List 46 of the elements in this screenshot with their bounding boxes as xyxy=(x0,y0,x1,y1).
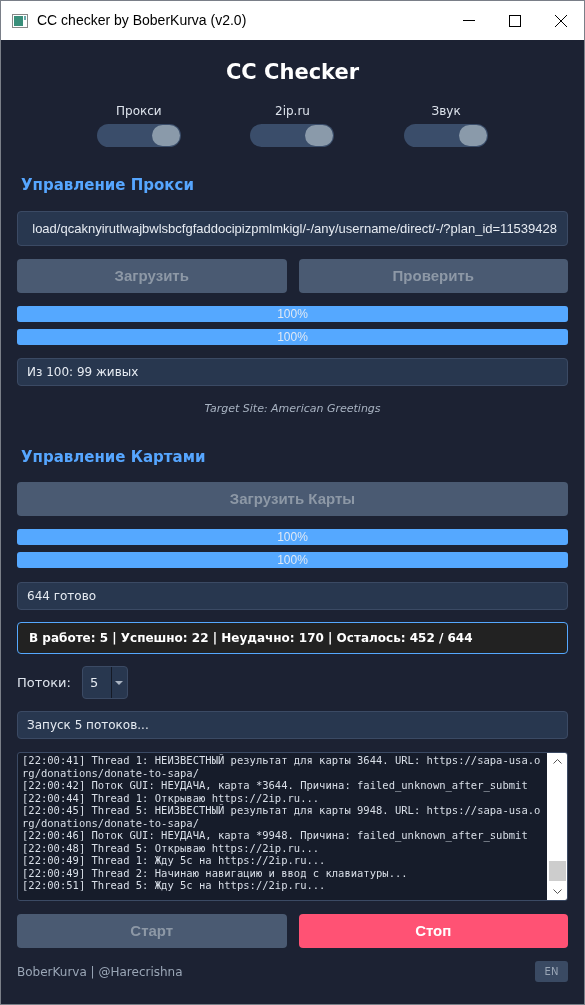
footer-credit: BoberKurva | @Harecrishna xyxy=(17,963,183,981)
toggle-thumb xyxy=(459,125,488,146)
progress-text: 100% xyxy=(276,552,309,568)
maximize-icon xyxy=(509,14,521,27)
threads-label: Потоки: xyxy=(17,673,71,692)
log-line: [22:00:45] Thread 5: НЕИЗВЕСТНЫЙ результат для карты 9948. URL: https://sapa-usa.org/donations/donate-to-sapa/ xyxy=(22,804,542,829)
scroll-up-icon xyxy=(552,759,562,764)
log-line: [22:00:46] Поток GUI: НЕУДАЧА, карта *9948. Причина: failed_unknown_after_submit xyxy=(22,829,529,842)
log-line: [22:00:41] Thread 1: НЕИЗВЕСТНЫЙ результат для карты 3644. URL: https://sapa-usa.org/donations/donate-to-sapa/ xyxy=(22,754,542,779)
section-heading: Управление Картами xyxy=(21,447,207,467)
close-icon xyxy=(555,14,567,27)
scroll-thumb[interactable] xyxy=(548,861,566,881)
toggle-switch[interactable] xyxy=(250,124,335,147)
caret-icon xyxy=(115,680,124,685)
log-line: [22:00:48] Thread 5: Открываю https://2ip.ru... xyxy=(22,841,321,854)
status-field: Из 100: 99 живых xyxy=(17,358,568,386)
section-heading: Управление Прокси xyxy=(21,175,195,195)
toggle-switch[interactable] xyxy=(96,124,181,147)
minimize-icon xyxy=(463,20,475,21)
target-site-text: Target Site: American Greetings xyxy=(204,402,381,416)
log-line: [22:00:49] Thread 1: Жду 5с на https://2ip.ru... xyxy=(22,854,327,867)
log-line: [22:00:42] Поток GUI: НЕУДАЧА, карта *3644. Причина: failed_unknown_after_submit xyxy=(22,779,529,792)
scrollbar[interactable] xyxy=(547,753,567,900)
status-field: Запуск 5 потоков... xyxy=(17,711,568,739)
progress-text: 100% xyxy=(276,529,309,545)
toggle-thumb xyxy=(151,125,180,146)
proxy-url-field[interactable]: load/qcaknyirutlwajbwlsbcfgfaddocipizpmlmkigl/-/any/username/direct/-/?plan_id=11539428 xyxy=(17,211,568,246)
log-line: [22:00:44] Thread 1: Открываю https://2ip.ru... xyxy=(22,791,321,804)
toggle-label: Прокси xyxy=(116,103,162,119)
threads-dropdown[interactable]: 5 xyxy=(81,666,128,699)
toggle-label: 2ip.ru xyxy=(275,103,310,119)
progress-text: 100% xyxy=(276,329,309,345)
stats-panel: В работе: 5 | Успешно: 22 | Неудачно: 170 | Осталось: 452 / 644 xyxy=(17,622,568,654)
app-icon xyxy=(12,13,28,28)
toggle-thumb xyxy=(305,125,334,146)
status-field: 644 готово xyxy=(17,582,568,610)
log-line: [22:00:49] Thread 2: Начинаю навигацию и ввод с клавиатуры... xyxy=(22,866,409,879)
toggle-switch[interactable] xyxy=(404,124,489,147)
toggle-label: Звук xyxy=(431,103,461,119)
app-heading: CC Checker xyxy=(224,59,361,86)
progress-text: 100% xyxy=(276,306,309,322)
log-line: [22:00:51] Thread 5: Жду 5с на https://2ip.ru... xyxy=(22,879,327,892)
stop-button[interactable]: Стоп xyxy=(298,914,568,948)
language-button[interactable]: EN xyxy=(535,961,568,982)
scroll-down-icon xyxy=(552,889,562,894)
window-title: CC checker by BoberKurva (v2.0) xyxy=(37,11,247,30)
